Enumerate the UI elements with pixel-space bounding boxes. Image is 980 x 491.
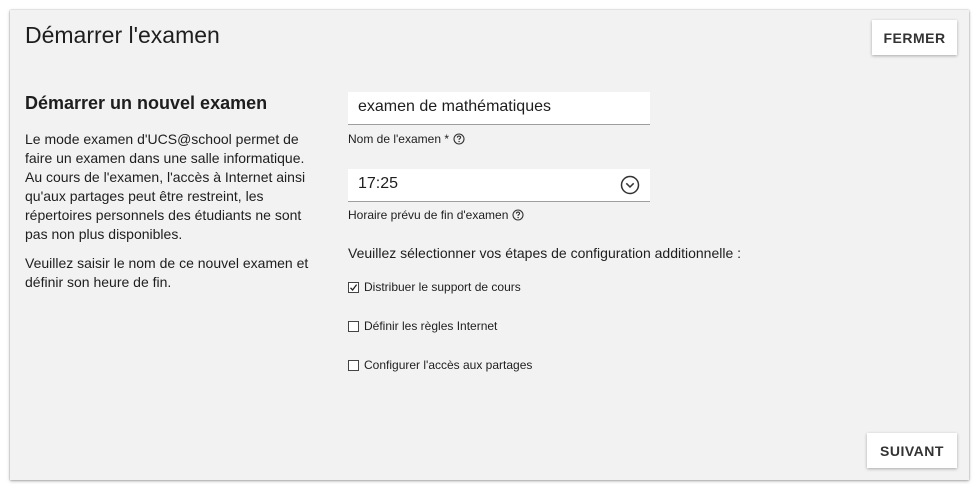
end-time-label: Horaire prévu de fin d'examen [348,208,524,222]
end-time-label-text: Horaire prévu de fin d'examen [348,208,509,222]
start-exam-dialog: Démarrer l'examen FERMER Démarrer un nou… [10,10,969,480]
step-share-access[interactable]: Configurer l'accès aux partages [348,358,532,372]
step-internet-rules[interactable]: Définir les règles Internet [348,319,497,333]
checkbox-checked[interactable] [348,281,359,293]
description-paragraph: Le mode examen d'UCS@school permet de fa… [25,131,306,242]
exam-name-value: examen de mathématiques [358,98,551,115]
next-button[interactable]: SUIVANT [867,433,957,468]
steps-heading: Veuillez sélectionner vos étapes de conf… [348,245,742,261]
dialog-title: Démarrer l'examen [25,22,220,48]
help-icon[interactable] [453,133,465,145]
end-time-input[interactable]: 17:25 [348,169,650,202]
checkbox-unchecked[interactable] [348,320,359,332]
close-button[interactable]: FERMER [872,20,957,55]
instruction-paragraph: Veuillez saisir le nom de ce nouvel exam… [25,255,309,290]
step-label: Configurer l'accès aux partages [364,358,533,372]
exam-name-label: Nom de l'examen * [348,132,465,146]
exam-name-input[interactable]: examen de mathématiques [348,92,650,125]
step-label: Distribuer le support de cours [364,280,521,294]
end-time-value: 17:25 [358,175,399,192]
time-picker-chevron-icon[interactable] [620,175,640,195]
section-title: Démarrer un nouvel examen [25,93,268,113]
checkbox-unchecked[interactable] [348,359,359,371]
step-distribute-materials[interactable]: Distribuer le support de cours [348,280,521,294]
step-label: Définir les règles Internet [364,319,498,333]
checkmark-icon [350,283,358,291]
help-icon[interactable] [512,209,524,221]
exam-name-label-text: Nom de l'examen * [348,132,450,146]
